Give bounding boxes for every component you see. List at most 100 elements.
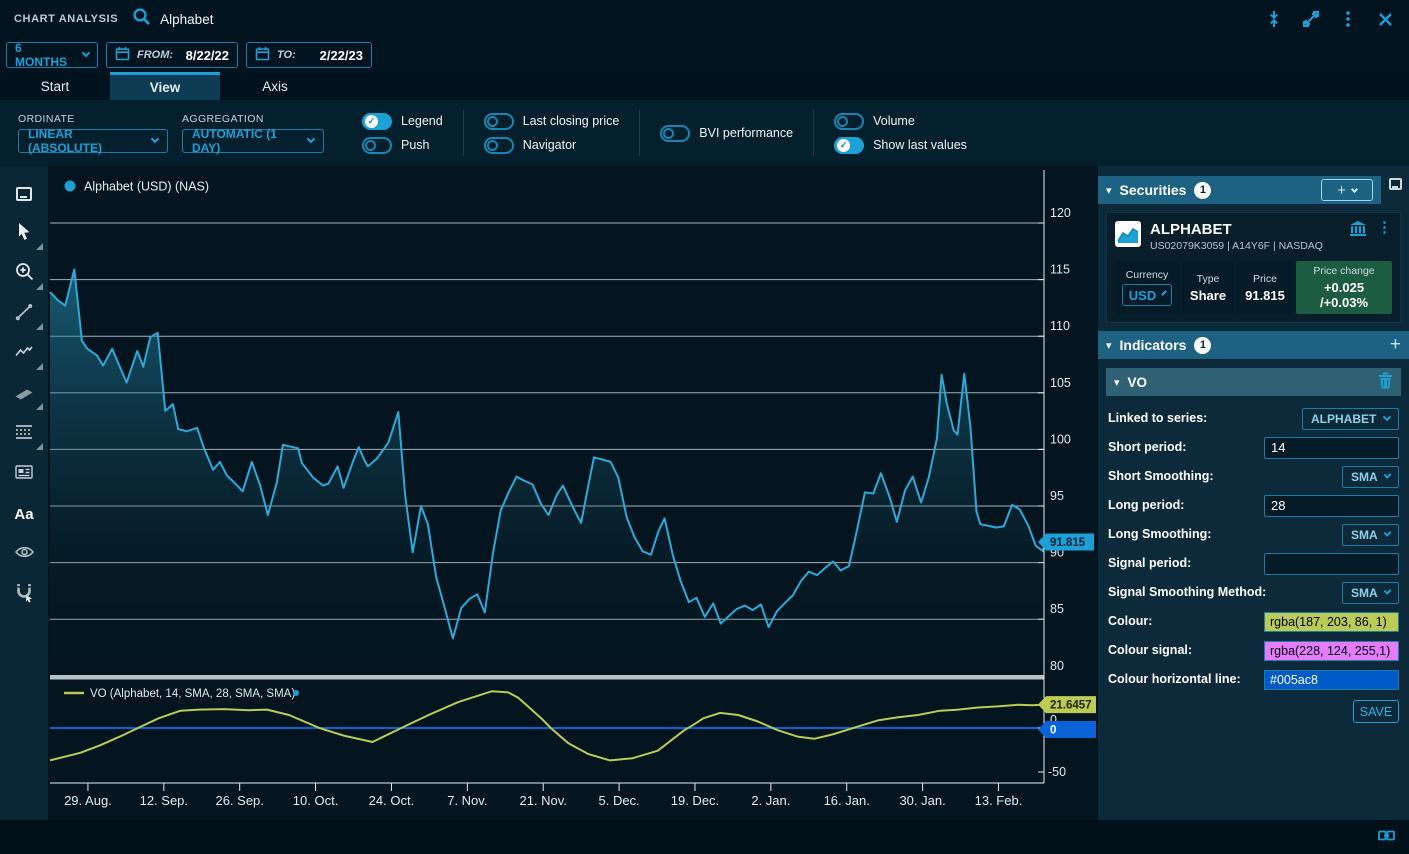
vo-indicator-header[interactable]: ▾ VO <box>1106 368 1401 396</box>
toggle-push[interactable]: Push <box>362 137 443 154</box>
field-label: Signal Smoothing Method: <box>1108 585 1342 600</box>
from-value[interactable]: 8/22/22 <box>186 48 229 63</box>
vo-legend[interactable]: VO (Alphabet, 14, SMA, 28, SMA, SMA) <box>90 688 295 700</box>
close-icon[interactable] <box>1375 9 1395 29</box>
y-axis-label: 95 <box>1050 489 1064 503</box>
panel-collapse-icon <box>16 187 32 201</box>
tab-axis[interactable]: Axis <box>220 72 330 100</box>
link-icon[interactable] <box>1378 828 1395 846</box>
x-axis-label: 7. Nov. <box>447 793 487 808</box>
to-value[interactable]: 2/22/23 <box>320 48 363 63</box>
colour-horizontal-line-swatch[interactable]: #005ac8 <box>1264 670 1399 690</box>
securities-count-badge: 1 <box>1194 182 1211 199</box>
toggle-navigator[interactable]: Navigator <box>484 137 620 154</box>
toggle-bvi-performance[interactable]: BVI performance <box>660 125 793 142</box>
text-tool-tool[interactable]: Aa <box>0 494 48 534</box>
collapse-triangle-icon[interactable]: ▾ <box>1106 339 1112 352</box>
kebab-menu-icon[interactable] <box>1338 9 1358 29</box>
colour-signal-swatch[interactable]: rgba(228, 124, 255,1) <box>1264 641 1399 661</box>
zigzag-tool[interactable] <box>0 334 48 374</box>
toggle-last-closing-price[interactable]: Last closing price <box>484 113 620 130</box>
field-row: Colour:rgba(187, 203, 86, 1) <box>1108 607 1399 636</box>
ordinate-dropdown[interactable]: LINEAR (ABSOLUTE) <box>18 129 168 153</box>
search-input[interactable]: Alphabet <box>160 12 213 27</box>
indicators-section-header[interactable]: ▾ Indicators 1 + <box>1098 331 1409 359</box>
signal-smoothing-method-dropdown[interactable]: SMA <box>1342 582 1399 604</box>
chart-area[interactable]: 12011511010510095908580Alphabet (USD) (N… <box>48 166 1098 820</box>
vo-line[interactable] <box>50 691 1044 760</box>
field-row: Long Smoothing:SMA <box>1108 520 1399 549</box>
add-indicator-button[interactable]: + <box>1390 334 1401 356</box>
search-icon <box>132 7 151 31</box>
eye-tool[interactable] <box>0 534 48 574</box>
zoom-in-tool[interactable] <box>0 254 48 294</box>
toggle-on-icon[interactable]: ✓ <box>362 113 392 130</box>
field-label: Short period: <box>1108 440 1264 455</box>
long-smoothing-dropdown[interactable]: SMA <box>1342 524 1399 546</box>
y-axis-label: 110 <box>1050 319 1070 333</box>
toggle-on-icon[interactable]: ✓ <box>834 137 864 154</box>
chart-legend[interactable]: Alphabet (USD) (NAS) <box>84 180 209 194</box>
y-axis-label: 85 <box>1050 602 1064 616</box>
x-axis-label: 16. Jan. <box>824 793 870 808</box>
collapse-triangle-icon[interactable]: ▾ <box>1114 376 1120 389</box>
chevron-down-icon <box>1383 587 1391 595</box>
horizontal-lines-tool[interactable] <box>0 414 48 454</box>
toggle-legend[interactable]: ✓Legend <box>362 113 443 130</box>
securities-section-header[interactable]: ▾ Securities 1 + <box>1098 176 1381 204</box>
chart-splitter[interactable] <box>50 675 1044 680</box>
toggle-off-icon[interactable] <box>484 137 514 154</box>
toggle-off-icon[interactable] <box>660 125 690 142</box>
long-period-input[interactable] <box>1264 495 1399 517</box>
delete-indicator-icon[interactable] <box>1378 372 1393 392</box>
tab-start[interactable]: Start <box>0 72 110 100</box>
range-dropdown[interactable]: 6 MONTHS <box>6 42 98 68</box>
security-card[interactable]: ALPHABET US02079K3059 | A14Y6F | NASDAQ … <box>1106 212 1401 323</box>
dropdown-value: SMA <box>1351 470 1378 484</box>
collapse-icon[interactable] <box>1264 9 1284 29</box>
vo-axis-label: -50 <box>1048 765 1066 779</box>
aggregation-dropdown[interactable]: AUTOMATIC (1 DAY) <box>182 129 324 153</box>
vo-settings-form: Linked to series:ALPHABETShort period:Sh… <box>1098 402 1409 723</box>
x-axis-label: 24. Oct. <box>369 793 415 808</box>
price-change-value: +0.025 /+0.03% <box>1305 280 1383 310</box>
trend-line-tool[interactable] <box>0 294 48 334</box>
magnet-tool[interactable] <box>0 574 48 614</box>
to-date-field[interactable]: TO: 2/22/23 <box>246 42 372 68</box>
tab-view[interactable]: View <box>110 72 220 100</box>
eraser-tool[interactable] <box>0 374 48 414</box>
linked-to-series-dropdown[interactable]: ALPHABET <box>1302 408 1399 430</box>
colour-swatch[interactable]: rgba(187, 203, 86, 1) <box>1264 612 1399 632</box>
vo-zero-tag <box>1038 721 1096 738</box>
toggle-volume[interactable]: Volume <box>834 113 967 130</box>
panel-collapse-tool[interactable] <box>0 174 48 214</box>
toggle-off-icon[interactable] <box>362 137 392 154</box>
security-search[interactable]: Alphabet <box>132 7 213 31</box>
panel-minimize-icon[interactable] <box>1389 178 1402 190</box>
field-row: Signal Smoothing Method:SMA <box>1108 578 1399 607</box>
signal-period-input[interactable] <box>1264 553 1399 575</box>
field-label: Long period: <box>1108 498 1264 513</box>
save-button[interactable]: SAVE <box>1353 700 1399 723</box>
short-smoothing-dropdown[interactable]: SMA <box>1342 466 1399 488</box>
from-date-field[interactable]: FROM: 8/22/22 <box>106 42 238 68</box>
ribbon-tabs: StartViewAxis <box>0 72 1409 100</box>
add-security-button[interactable]: + <box>1321 179 1373 201</box>
price-change-box: Price change +0.025 /+0.03% <box>1296 261 1392 314</box>
collapse-triangle-icon[interactable]: ▾ <box>1106 184 1112 197</box>
toggle-off-icon[interactable] <box>834 113 864 130</box>
calendar-icon <box>255 46 270 64</box>
news-tool[interactable] <box>0 454 48 494</box>
toggle-show-last-values[interactable]: ✓Show last values <box>834 137 967 154</box>
toggle-off-icon[interactable] <box>484 113 514 130</box>
cursor-tool[interactable] <box>0 214 48 254</box>
vo-zero-tag-text: 0 <box>1050 725 1056 737</box>
short-period-input[interactable] <box>1264 437 1399 459</box>
chevron-down-icon <box>82 49 90 57</box>
exchange-bank-icon[interactable] <box>1349 221 1367 240</box>
chevron-down-icon <box>1383 413 1391 421</box>
expand-icon[interactable] <box>1301 9 1321 29</box>
currency-dropdown[interactable]: USD <box>1122 284 1172 306</box>
security-menu-icon[interactable]: ⋮ <box>1377 221 1392 235</box>
field-label: Short Smoothing: <box>1108 469 1342 484</box>
